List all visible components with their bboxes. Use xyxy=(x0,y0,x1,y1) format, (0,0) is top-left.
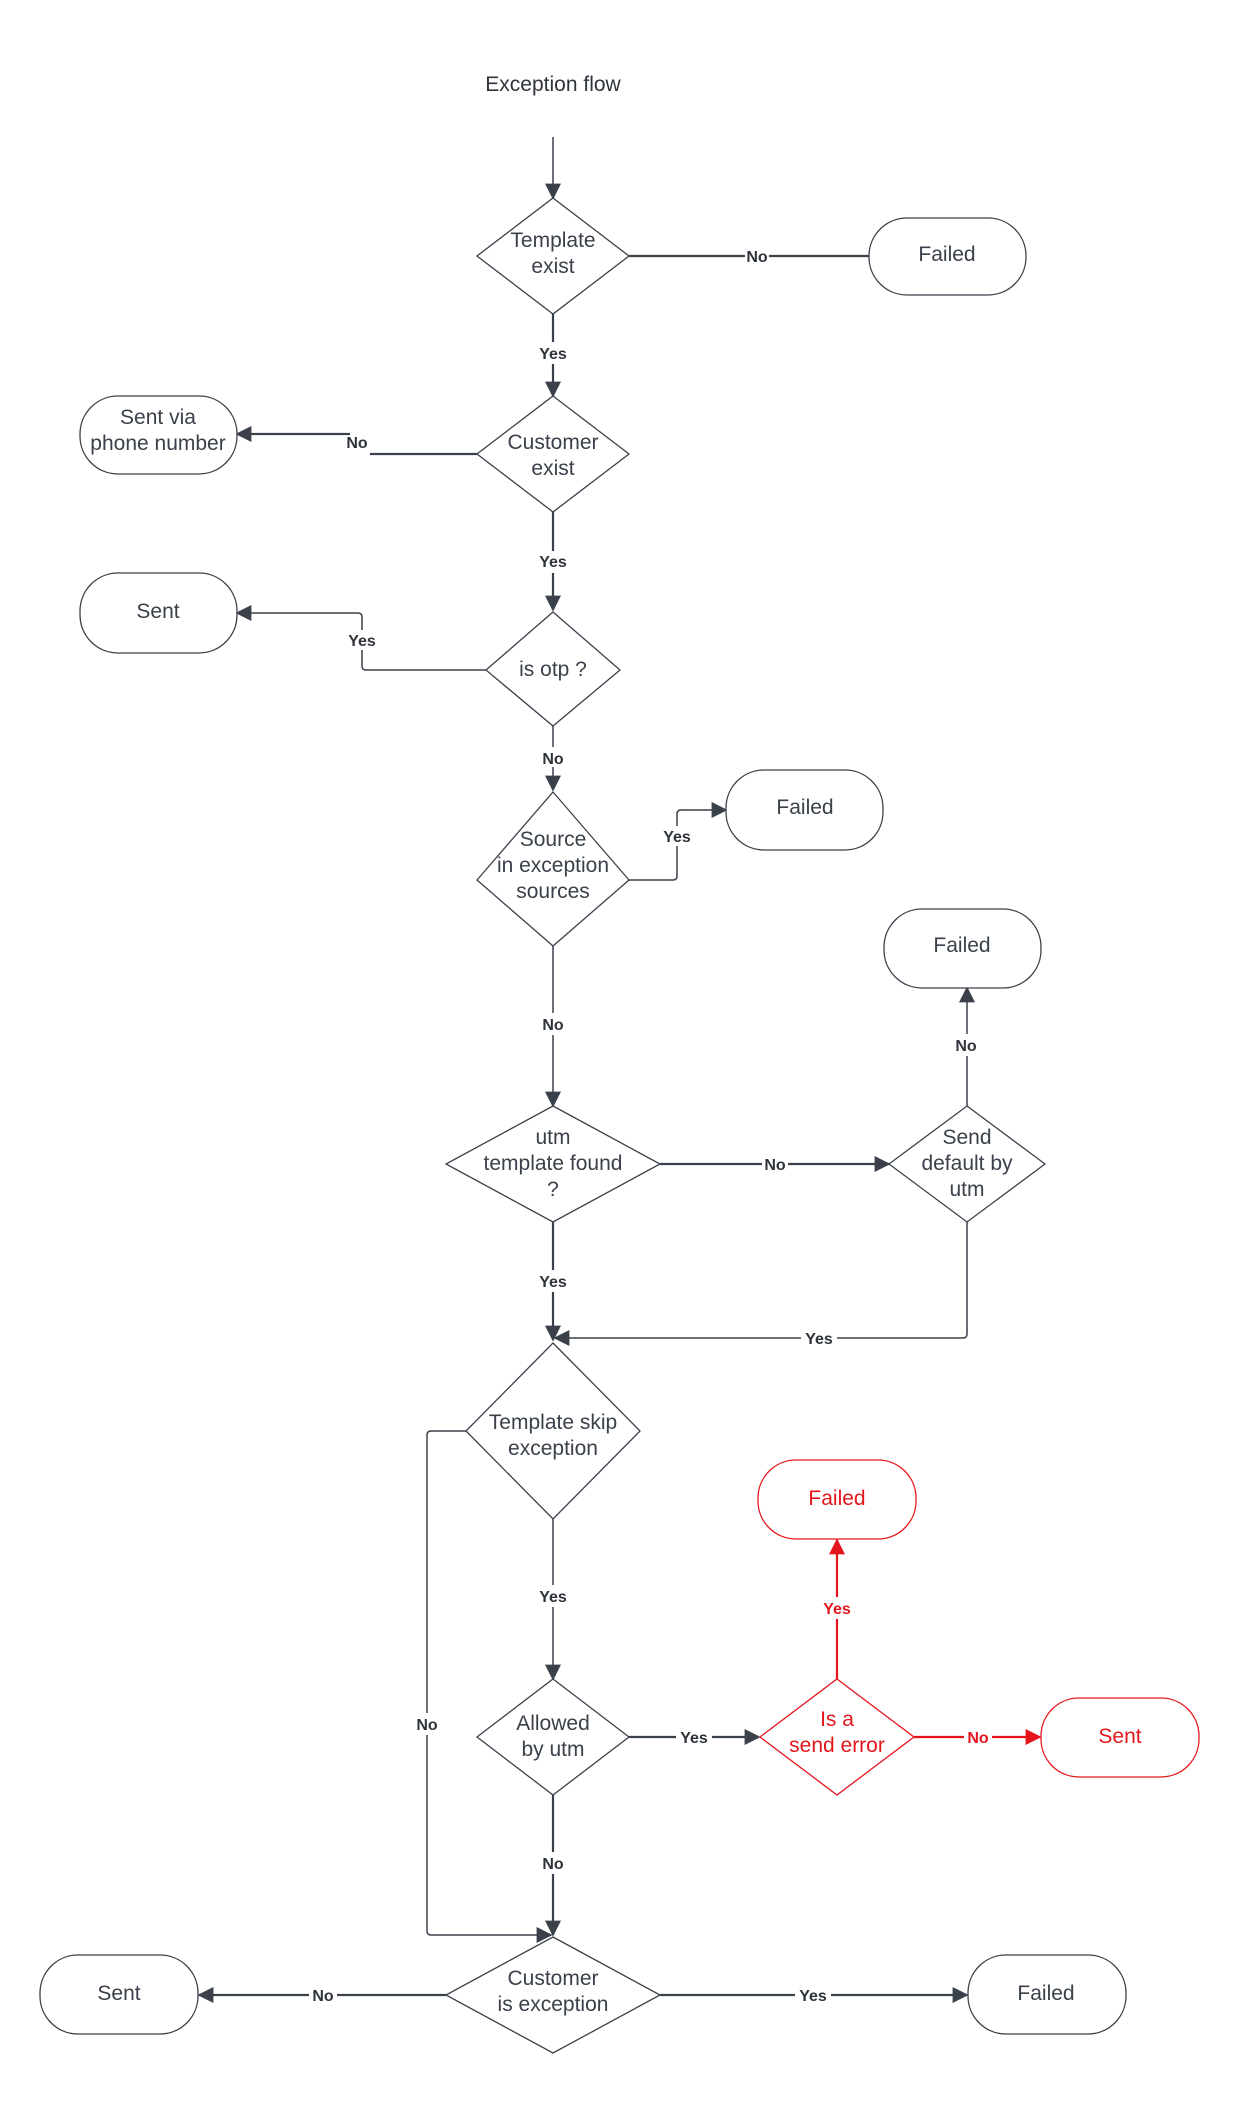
edge-label-yes: Yes xyxy=(663,829,691,846)
svg-text:utm: utm xyxy=(949,1178,984,1201)
edge-template-skip-yes: Yes xyxy=(535,1519,571,1681)
terminal-failed-send-error[interactable]: Failed xyxy=(757,1459,917,1540)
edge-customer-exist-no: No xyxy=(235,426,477,456)
svg-text:Failed: Failed xyxy=(808,1487,865,1510)
edge-label-yes: Yes xyxy=(348,633,376,650)
edge-label-no: No xyxy=(955,1038,977,1055)
decision-template-exist[interactable]: Template exist xyxy=(475,197,631,315)
terminal-failed-default[interactable]: Failed xyxy=(883,908,1042,989)
decision-customer-exist[interactable]: Customer exist xyxy=(475,395,631,513)
edge-template-exist-no: No xyxy=(629,246,869,266)
svg-text:Source: Source xyxy=(520,828,587,851)
terminal-sent-final[interactable]: Sent xyxy=(39,1954,199,2035)
svg-text:Failed: Failed xyxy=(933,934,990,957)
edge-label-no: No xyxy=(746,249,768,266)
edge-label-no: No xyxy=(346,435,368,452)
svg-text:send error: send error xyxy=(789,1734,885,1757)
svg-text:exist: exist xyxy=(531,457,574,480)
edge-source-yes: Yes xyxy=(629,802,728,881)
edge-allowed-no: No xyxy=(538,1795,568,1937)
edge-label-no: No xyxy=(542,1017,564,1034)
svg-text:Sent via: Sent via xyxy=(120,406,196,429)
terminal-failed-source[interactable]: Failed xyxy=(725,769,884,851)
svg-text:phone number: phone number xyxy=(90,432,225,455)
edge-label-yes: Yes xyxy=(539,1589,567,1606)
decision-utm-template-found[interactable]: utm template found ? xyxy=(444,1105,662,1223)
svg-text:Send: Send xyxy=(942,1126,991,1149)
svg-text:is otp ?: is otp ? xyxy=(519,658,587,681)
svg-text:sources: sources xyxy=(516,880,590,903)
decision-is-send-error[interactable]: Is a send error xyxy=(758,1678,916,1796)
decision-source-in-exception[interactable]: Source in exception sources xyxy=(476,791,630,947)
svg-text:Customer: Customer xyxy=(507,1967,598,1990)
edge-label-yes: Yes xyxy=(680,1730,708,1747)
svg-text:exist: exist xyxy=(531,255,574,278)
decision-template-skip-exception[interactable]: Template skip exception xyxy=(465,1342,641,1520)
terminal-sent-otp[interactable]: Sent xyxy=(79,572,238,654)
terminal-sent-via-phone[interactable]: Sent via phone number xyxy=(79,395,238,475)
edge-is-otp-yes: Yes xyxy=(235,605,486,671)
edge-label-yes: Yes xyxy=(805,1331,833,1348)
flowchart-canvas: Exception flow No Yes No Yes Yes No Yes … xyxy=(39,73,1200,2054)
decision-customer-is-exception[interactable]: Customer is exception xyxy=(444,1936,662,2054)
terminal-sent-no-error[interactable]: Sent xyxy=(1040,1697,1200,1778)
svg-text:Sent: Sent xyxy=(1098,1725,1141,1748)
edge-utm-found-no: No xyxy=(660,1154,891,1174)
svg-text:Failed: Failed xyxy=(918,243,975,266)
svg-text:Template skip: Template skip xyxy=(489,1411,617,1434)
decision-send-default-by-utm[interactable]: Send default by utm xyxy=(887,1105,1047,1223)
svg-text:Customer: Customer xyxy=(507,431,598,454)
svg-text:Failed: Failed xyxy=(1017,1982,1074,2005)
edge-template-exist-yes: Yes xyxy=(535,314,571,398)
svg-text:Template: Template xyxy=(510,229,595,252)
edge-send-error-no: No xyxy=(914,1727,1042,1747)
diagram-title: Exception flow xyxy=(485,73,621,96)
edge-utm-found-yes: Yes xyxy=(535,1222,571,1342)
svg-text:?: ? xyxy=(547,1178,559,1201)
decision-is-otp[interactable]: is otp ? xyxy=(484,611,622,727)
edge-label-no: No xyxy=(967,1730,989,1747)
edge-label-yes: Yes xyxy=(539,346,567,363)
edge-label-yes: Yes xyxy=(539,1274,567,1291)
edge-label-no: No xyxy=(416,1717,438,1734)
svg-text:Is a: Is a xyxy=(820,1708,854,1731)
terminal-failed-template[interactable]: Failed xyxy=(868,217,1027,296)
edge-customer-exception-no: No xyxy=(197,1985,446,2005)
edge-label-yes: Yes xyxy=(799,1988,827,2005)
edge-send-default-yes: Yes xyxy=(553,1222,968,1348)
edge-label-no: No xyxy=(542,751,564,768)
edge-label-no: No xyxy=(542,1856,564,1873)
edge-source-no: No xyxy=(538,946,568,1108)
svg-text:Allowed: Allowed xyxy=(516,1712,590,1735)
svg-text:template found: template found xyxy=(484,1152,623,1175)
edge-label-no: No xyxy=(764,1157,786,1174)
svg-text:exception: exception xyxy=(508,1437,598,1460)
edge-send-error-yes: Yes xyxy=(819,1538,855,1679)
svg-text:Sent: Sent xyxy=(97,1982,140,2005)
edge-label-yes: Yes xyxy=(539,554,567,571)
edge-label-yes: Yes xyxy=(823,1601,851,1618)
edge-is-otp-no: No xyxy=(538,726,568,792)
edge-template-skip-no: No xyxy=(412,1430,553,1943)
svg-text:default by: default by xyxy=(921,1152,1013,1175)
edge-send-default-no: No xyxy=(952,986,982,1106)
edge-allowed-yes: Yes xyxy=(629,1727,761,1747)
svg-text:by utm: by utm xyxy=(521,1738,584,1761)
terminal-failed-final[interactable]: Failed xyxy=(967,1954,1127,2035)
svg-text:in exception: in exception xyxy=(497,854,609,877)
decision-allowed-by-utm[interactable]: Allowed by utm xyxy=(475,1678,631,1796)
svg-text:is exception: is exception xyxy=(498,1993,609,2016)
edge-label-no: No xyxy=(312,1988,334,2005)
svg-text:Sent: Sent xyxy=(136,600,179,623)
svg-text:Failed: Failed xyxy=(776,796,833,819)
edge-customer-exist-yes: Yes xyxy=(535,512,571,612)
svg-text:utm: utm xyxy=(535,1126,570,1149)
edge-customer-exception-yes: Yes xyxy=(660,1985,969,2005)
